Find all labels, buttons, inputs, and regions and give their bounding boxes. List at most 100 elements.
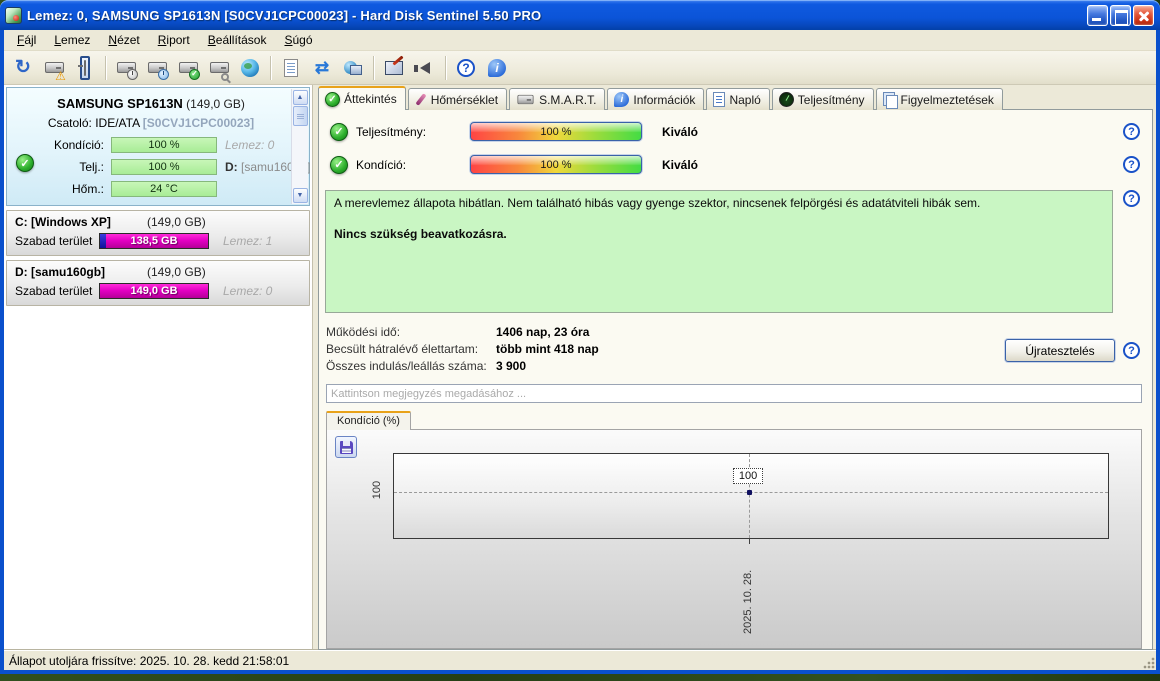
tab-information[interactable]: i Információk — [607, 88, 705, 110]
about-button[interactable]: i — [482, 54, 512, 82]
pages-icon — [882, 92, 898, 109]
report-icon — [284, 58, 298, 77]
disk-display-button[interactable] — [70, 54, 100, 82]
menubar: Fájl Lemez Nézet Riport Beállítások Súgó — [4, 30, 1156, 51]
chart-save-button[interactable] — [335, 436, 357, 458]
scroll-down-icon[interactable]: ▼ — [292, 188, 308, 203]
menu-report[interactable]: Riport — [149, 31, 199, 49]
disk-summary-panel[interactable]: SAMSUNG SP1613N (149,0 GB) Csatoló: IDE/… — [6, 87, 310, 206]
chart-x-tick — [748, 538, 750, 544]
partition-name: D: [samu160gb] — [15, 265, 106, 279]
network-icon — [344, 60, 362, 75]
sync-icon: ⇄ — [314, 58, 330, 77]
help-icon[interactable]: ? — [1123, 342, 1140, 359]
maximize-button[interactable] — [1110, 4, 1131, 26]
disk-icon — [517, 94, 534, 105]
report-button[interactable] — [276, 54, 306, 82]
tab-performance[interactable]: Teljesítmény — [771, 88, 874, 110]
tab-smart[interactable]: S.M.A.R.T. — [509, 88, 606, 110]
health-label: Kondíció: — [356, 157, 407, 172]
disk-title: SAMSUNG SP1613N (149,0 GB) — [15, 96, 287, 111]
menu-help[interactable]: Súgó — [275, 31, 321, 49]
stat-start-stop-count: Összes indulás/leállás száma: 3 900 — [326, 358, 527, 373]
network-disk-button[interactable] — [235, 54, 265, 82]
stat-power-on-time: Működési idő: 1406 nap, 23 óra — [326, 324, 590, 339]
performance-rating: Kiváló — [662, 124, 699, 139]
sidebar-scrollbar[interactable]: ▲ ▼ — [291, 89, 308, 204]
toolbar-separator — [373, 55, 374, 80]
partition-d-panel[interactable]: D: [samu160gb] (149,0 GB) Szabad terület… — [6, 260, 310, 306]
scroll-thumb[interactable] — [292, 106, 308, 126]
health-minibar: 100 % — [111, 137, 217, 153]
disk-interface: Csatoló: IDE/ATA [S0CVJ1CPC00023] — [15, 116, 287, 130]
log-icon — [713, 92, 726, 107]
help-icon[interactable]: ? — [1123, 190, 1140, 207]
partition-size: (149,0 GB) — [147, 215, 206, 229]
interface-value: IDE/ATA — [95, 116, 140, 130]
health-bar: 100 % — [470, 155, 642, 174]
comment-input[interactable] — [326, 384, 1142, 403]
disk-size: (149,0 GB) — [186, 97, 245, 111]
chart-data-point — [746, 489, 752, 495]
menu-disk[interactable]: Lemez — [45, 31, 99, 49]
sync-info-button[interactable]: ⇄ — [307, 54, 337, 82]
help-button[interactable]: ? — [451, 54, 481, 82]
disk-quick-test-button[interactable] — [111, 54, 141, 82]
main-tabbar: ✓ Áttekintés Hőmérséklet S.M.A.R.T. i In… — [318, 86, 1153, 110]
help-icon[interactable]: ? — [1123, 123, 1140, 140]
network-status-button[interactable] — [338, 54, 368, 82]
chart-x-date-label: 2025. 10. 28. — [741, 569, 754, 634]
partition-size: (149,0 GB) — [147, 265, 206, 279]
scroll-up-icon[interactable]: ▲ — [292, 90, 308, 105]
chart-gridline-vertical — [748, 454, 750, 538]
refresh-icon: ↻ — [15, 57, 31, 78]
free-space-bar: 138,5 GB — [99, 233, 209, 249]
report-designer-button[interactable] — [379, 54, 409, 82]
toolbar: ↻ ⚠ ✓ ⇄ ? i — [4, 51, 1156, 85]
check-icon: ✓ — [325, 91, 340, 107]
refresh-button[interactable]: ↻ — [8, 54, 38, 82]
status-text-line1: A merevlemez állapota hibátlan. Nem talá… — [334, 196, 981, 210]
info-icon: i — [488, 58, 506, 77]
menu-settings[interactable]: Beállítások — [199, 31, 276, 49]
tab-temperature[interactable]: Hőmérséklet — [407, 88, 508, 110]
chart-panel: 100 100 2025. 10. 28. — [326, 429, 1142, 649]
chart-tab-condition[interactable]: Kondíció (%) — [326, 411, 411, 430]
health-row: ✓ Kondíció: 100 % Kiváló ? — [319, 148, 1152, 181]
minimize-button[interactable] — [1087, 4, 1108, 26]
retest-button[interactable]: Újratesztelés — [1005, 339, 1115, 362]
titlebar[interactable]: Lemez: 0, SAMSUNG SP1613N [S0CVJ1CPC0002… — [0, 0, 1160, 30]
gauge-icon — [778, 92, 794, 107]
disk-surface-test-icon — [209, 62, 229, 73]
partition-name: C: [Windows XP] — [15, 215, 111, 229]
resize-grip[interactable] — [1142, 656, 1155, 669]
info-icon: i — [614, 92, 630, 107]
partition-c-panel[interactable]: C: [Windows XP] (149,0 GB) Szabad terüle… — [6, 210, 310, 256]
disk-warning-button[interactable]: ⚠ — [39, 54, 69, 82]
tab-alerts[interactable]: Figyelmeztetések — [875, 88, 1003, 110]
help-icon: ? — [457, 58, 475, 77]
disk-sidebar: SAMSUNG SP1613N (149,0 GB) Csatoló: IDE/… — [4, 85, 313, 650]
performance-minibar: 100 % — [111, 159, 217, 175]
lifetime-stats-row: Működési idő: 1406 nap, 23 óra Becsült h… — [326, 323, 1152, 374]
app-icon — [5, 6, 22, 24]
tab-log[interactable]: Napló — [706, 88, 770, 110]
ok-check-icon: ✓ — [330, 122, 348, 141]
app-window: Lemez: 0, SAMSUNG SP1613N [S0CVJ1CPC0002… — [0, 0, 1160, 674]
disk-extended-test-button[interactable] — [142, 54, 172, 82]
menu-file[interactable]: Fájl — [8, 31, 45, 49]
close-button[interactable] — [1133, 4, 1154, 26]
performance-row: ✓ Teljesítmény: 100 % Kiváló ? — [319, 115, 1152, 148]
disk-status-textbox: A merevlemez állapota hibátlan. Nem talá… — [325, 190, 1113, 313]
tab-overview[interactable]: ✓ Áttekintés — [318, 86, 406, 110]
health-label: Kondíció: — [53, 138, 104, 152]
sounds-button[interactable] — [410, 54, 440, 82]
stat-estimated-lifetime: Becsült hátralévő élettartam: több mint … — [326, 341, 599, 356]
help-icon[interactable]: ? — [1123, 156, 1140, 173]
disk-surface-test-button[interactable] — [204, 54, 234, 82]
save-floppy-icon — [339, 440, 353, 454]
disk-ok-check-icon: ✓ — [16, 154, 34, 172]
chart-y-tick-label: 100 — [371, 480, 383, 499]
menu-view[interactable]: Nézet — [99, 31, 148, 49]
disk-ok-status-button[interactable]: ✓ — [173, 54, 203, 82]
